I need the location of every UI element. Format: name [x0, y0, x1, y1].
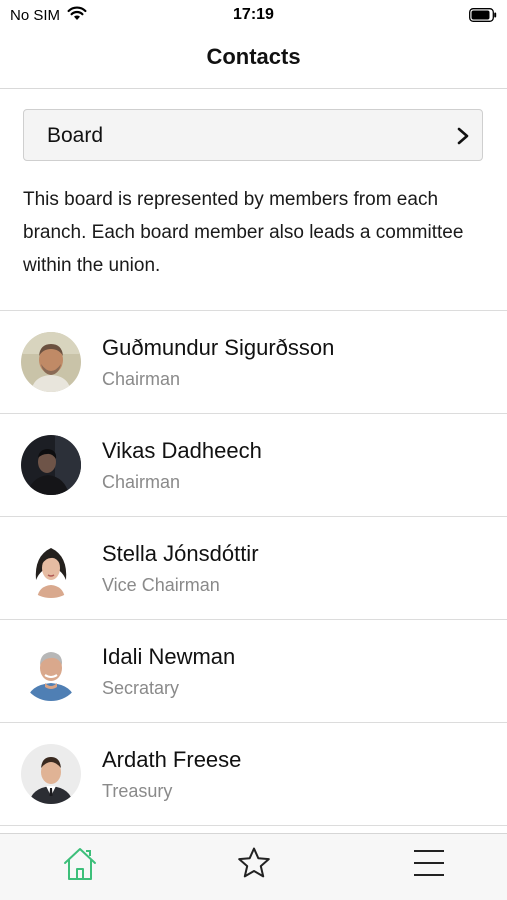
tab-favorites[interactable]	[234, 844, 274, 884]
board-selector-button[interactable]: Board	[23, 109, 483, 161]
chevron-right-icon	[456, 126, 470, 146]
tab-home[interactable]	[60, 844, 100, 884]
contact-row[interactable]: Stella Jónsdóttir Vice Chairman	[0, 517, 507, 620]
contact-role: Chairman	[102, 369, 181, 389]
board-description: This board is represented by members fro…	[23, 189, 464, 276]
contact-row[interactable]: Guðmundur Sigurðsson Chairman	[0, 311, 507, 414]
contact-name: Vikas Dadheech	[102, 438, 262, 463]
star-icon	[238, 847, 270, 878]
contact-row[interactable]: Vikas Dadheech Chairman	[0, 414, 507, 517]
navigation-bar: Contacts	[0, 30, 507, 89]
contact-role: Vice Chairman	[102, 575, 220, 595]
contact-row[interactable]: Idali Newman Secratary	[0, 620, 507, 723]
contact-name: Idali Newman	[102, 644, 236, 669]
home-icon	[64, 848, 96, 880]
menu-icon	[414, 850, 444, 876]
page-title: Contacts	[206, 44, 301, 69]
battery-icon	[469, 8, 497, 22]
avatar	[21, 435, 81, 495]
avatar	[21, 744, 81, 804]
avatar	[21, 641, 81, 701]
board-selector-label: Board	[47, 124, 104, 147]
contact-role: Secratary	[102, 678, 180, 698]
contact-row[interactable]: Ardath Freese Treasury	[0, 723, 507, 826]
status-time: 17:19	[233, 6, 274, 23]
contact-name: Stella Jónsdóttir	[102, 541, 259, 566]
contacts-screen: No SIM 17:19 Contacts Board This board i…	[0, 0, 507, 900]
avatar	[21, 538, 81, 598]
avatar	[21, 332, 81, 392]
contact-list: Guðmundur Sigurðsson Chairman Vikas Dadh…	[0, 311, 507, 826]
contact-role: Chairman	[102, 472, 181, 492]
tab-bar	[0, 833, 507, 900]
contact-role: Treasury	[102, 781, 173, 801]
status-bar: No SIM 17:19	[0, 0, 507, 30]
contact-name: Ardath Freese	[102, 747, 242, 772]
tab-menu[interactable]	[409, 844, 449, 884]
contact-name: Guðmundur Sigurðsson	[102, 335, 335, 360]
